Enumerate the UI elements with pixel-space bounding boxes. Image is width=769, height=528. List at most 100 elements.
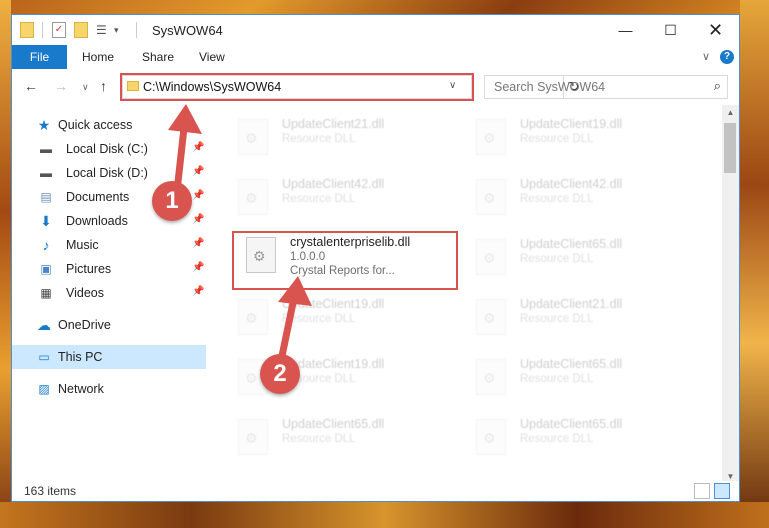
file-name: UpdateClient42.dll <box>520 177 623 191</box>
dll-file-icon: ⚙ <box>476 299 506 335</box>
file-item[interactable]: ⚙ UpdateClient65.dll Resource DLL <box>464 413 674 459</box>
desktop-wallpaper-bottom <box>0 502 769 528</box>
dll-file-icon: ⚙ <box>476 119 506 155</box>
status-bar: 163 items <box>12 481 739 501</box>
file-item[interactable]: ⚙ UpdateClient19.dll Resource DLL <box>464 113 674 159</box>
tab-home[interactable]: Home <box>82 45 114 69</box>
minimize-button[interactable]: — <box>603 15 648 45</box>
file-item[interactable]: ⚙ UpdateClient21.dll Resource DLL <box>464 293 674 339</box>
nav-label: Quick access <box>58 118 133 132</box>
file-name: UpdateClient65.dll <box>520 237 623 251</box>
file-description: Resource DLL <box>520 133 594 145</box>
details-view-icon[interactable] <box>694 483 710 499</box>
nav-pictures[interactable]: ▣ Pictures 📌 <box>12 257 206 281</box>
file-name: UpdateClient19.dll <box>520 117 623 131</box>
nav-label: Network <box>58 382 104 396</box>
file-description: Resource DLL <box>520 433 594 445</box>
downloads-icon: ⬇ <box>40 213 52 229</box>
separator <box>42 22 43 38</box>
star-icon: ★ <box>37 117 51 133</box>
dropdown-icon[interactable]: ▾ <box>114 22 124 38</box>
file-description: Resource DLL <box>282 193 356 205</box>
file-item[interactable]: ⚙ UpdateClient42.dll Resource DLL <box>226 173 436 219</box>
properties-icon[interactable]: ✓ <box>52 22 66 38</box>
expand-ribbon-icon[interactable]: ∨ <box>702 45 710 69</box>
address-row: ← → ∨ ↑ C:\Windows\SysWOW64 ∨ ↻ Search S… <box>12 69 739 105</box>
file-item[interactable]: ⚙ UpdateClient65.dll Resource DLL <box>464 353 674 399</box>
computer-icon: ▭ <box>38 350 50 364</box>
file-item[interactable]: ⚙ UpdateClient65.dll Resource DLL <box>226 413 436 459</box>
file-item[interactable]: ⚙ UpdateClient19.dll Resource DLL <box>226 353 436 399</box>
new-folder-icon[interactable] <box>74 22 88 38</box>
dll-file-icon: ⚙ <box>238 179 268 215</box>
file-description: Resource DLL <box>520 253 594 265</box>
file-description: Resource DLL <box>520 373 594 385</box>
file-name: UpdateClient65.dll <box>282 417 385 431</box>
dll-file-icon: ⚙ <box>238 119 268 155</box>
nav-label: Videos <box>66 286 104 300</box>
pictures-icon: ▣ <box>40 262 52 276</box>
cloud-icon: ☁ <box>37 317 51 333</box>
file-tab[interactable]: File <box>12 45 67 69</box>
desktop-wallpaper-right <box>740 0 769 528</box>
nav-label: Local Disk (C:) <box>66 142 148 156</box>
back-button[interactable]: ← <box>24 78 38 94</box>
scroll-up-icon[interactable]: ▲ <box>722 105 739 121</box>
drive-icon: ▬ <box>40 166 52 180</box>
pin-icon[interactable]: 📌 <box>192 238 204 249</box>
file-description: Resource DLL <box>520 313 594 325</box>
tab-share[interactable]: Share <box>142 45 174 69</box>
large-icons-view-icon[interactable] <box>714 483 730 499</box>
pin-icon[interactable]: 📌 <box>192 262 204 273</box>
folder-icon <box>20 22 34 38</box>
recent-locations-icon[interactable]: ∨ <box>82 82 89 93</box>
nav-label: OneDrive <box>58 318 111 332</box>
dll-file-icon: ⚙ <box>238 419 268 455</box>
close-button[interactable]: ✕ <box>693 15 738 45</box>
tab-view[interactable]: View <box>199 45 225 69</box>
videos-icon: ▦ <box>40 286 52 300</box>
file-description: Resource DLL <box>282 433 356 445</box>
nav-label: Documents <box>66 190 130 204</box>
nav-network[interactable]: ▨ Network <box>12 377 206 401</box>
search-placeholder: Search SysWOW64 <box>494 80 606 94</box>
file-name: UpdateClient42.dll <box>282 177 385 191</box>
file-item[interactable]: ⚙ UpdateClient42.dll Resource DLL <box>464 173 674 219</box>
desktop-wallpaper-left <box>0 0 11 528</box>
dll-file-icon: ⚙ <box>476 419 506 455</box>
forward-button[interactable]: → <box>54 78 68 94</box>
customize-icon[interactable]: ☰ <box>96 22 112 38</box>
file-item[interactable]: ⚙ UpdateClient65.dll Resource DLL <box>464 233 674 279</box>
dll-file-icon: ⚙ <box>476 359 506 395</box>
nav-label: Music <box>66 238 99 252</box>
file-name: UpdateClient21.dll <box>520 297 623 311</box>
file-description: Resource DLL <box>282 133 356 145</box>
nav-onedrive[interactable]: ☁ OneDrive <box>12 313 206 337</box>
documents-icon: ▤ <box>40 190 52 204</box>
nav-this-pc[interactable]: ▭ This PC <box>12 345 206 369</box>
up-button[interactable]: ↑ <box>100 78 107 94</box>
pin-icon[interactable]: 📌 <box>192 286 204 297</box>
help-icon[interactable]: ? <box>720 50 734 64</box>
file-description: Resource DLL <box>520 193 594 205</box>
nav-music[interactable]: ♪ Music 📌 <box>12 233 206 257</box>
nav-label: Pictures <box>66 262 112 276</box>
drive-icon: ▬ <box>40 142 52 156</box>
scroll-thumb[interactable] <box>724 123 736 173</box>
file-item[interactable]: ⚙ UpdateClient19.dll Resource DLL <box>226 293 436 339</box>
search-box[interactable]: Search SysWOW64 ⌕ <box>484 75 728 99</box>
nav-videos[interactable]: ▦ Videos 📌 <box>12 281 206 305</box>
music-icon: ♪ <box>42 237 50 253</box>
search-icon[interactable]: ⌕ <box>714 78 721 94</box>
address-highlight-box <box>120 73 474 101</box>
title-bar: ✓ ☰ ▾ SysWOW64 — ☐ ✕ <box>12 15 739 45</box>
file-explorer-window: ✓ ☰ ▾ SysWOW64 — ☐ ✕ File Home Share Vie… <box>11 14 740 502</box>
file-item[interactable]: ⚙ UpdateClient21.dll Resource DLL <box>226 113 436 159</box>
dll-file-icon: ⚙ <box>476 179 506 215</box>
separator <box>136 22 137 38</box>
nav-label: This PC <box>58 350 103 364</box>
callout-badge-1: 1 <box>152 181 192 221</box>
nav-label: Downloads <box>66 214 128 228</box>
vertical-scrollbar[interactable]: ▲ ▼ <box>722 105 739 485</box>
maximize-button[interactable]: ☐ <box>648 15 693 45</box>
